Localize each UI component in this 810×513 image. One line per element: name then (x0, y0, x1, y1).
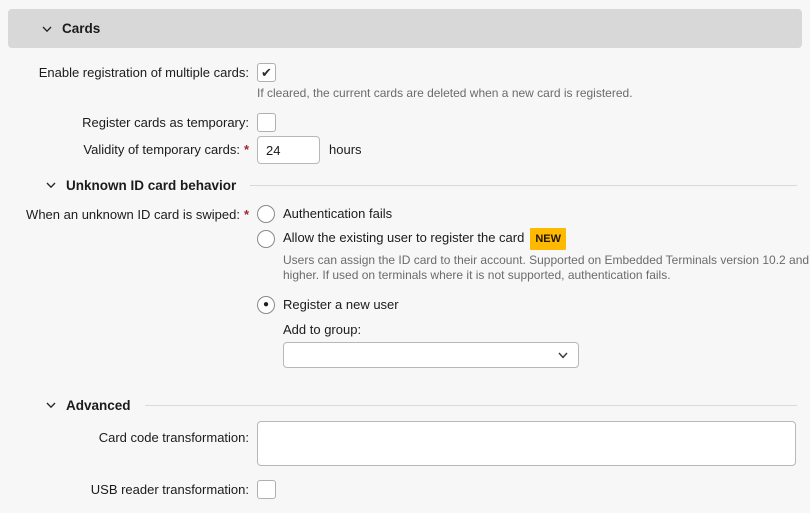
option-register-new-user: ● Register a new user (257, 296, 810, 314)
section-title-cards: Cards (62, 21, 100, 36)
row-unknown-card-swiped: When an unknown ID card is swiped:* Auth… (0, 205, 810, 368)
temporary-cards-label: Register cards as temporary: (0, 113, 249, 132)
section-header-cards[interactable]: Cards (8, 9, 802, 48)
card-code-label: Card code transformation: (0, 421, 249, 447)
row-multiple-cards: Enable registration of multiple cards: ✔… (0, 63, 810, 101)
swiped-label: When an unknown ID card is swiped:* (0, 205, 249, 224)
new-badge: NEW (530, 228, 566, 250)
required-asterisk: * (244, 142, 249, 157)
validity-label: Validity of temporary cards:* (0, 136, 249, 164)
section-header-advanced[interactable]: Advanced (0, 396, 810, 414)
section-divider (250, 185, 797, 186)
chevron-down-icon (41, 23, 53, 35)
section-title-unknown-id: Unknown ID card behavior (66, 178, 236, 193)
chevron-down-icon (45, 179, 57, 191)
section-divider (145, 405, 797, 406)
required-asterisk: * (244, 207, 249, 222)
row-validity: Validity of temporary cards:* hours (0, 136, 810, 164)
allow-existing-user-label: Allow the existing user to register the … (283, 228, 566, 250)
validity-hours-input[interactable] (257, 136, 320, 164)
validity-unit-label: hours (329, 136, 362, 164)
chevron-down-icon (556, 348, 570, 362)
temporary-cards-checkbox[interactable] (257, 113, 276, 132)
multiple-cards-help: If cleared, the current cards are delete… (257, 86, 810, 101)
option-allow-existing-user: Allow the existing user to register the … (257, 228, 810, 250)
radio-dot-icon: ● (263, 300, 269, 310)
authentication-fails-radio[interactable] (257, 205, 275, 223)
register-new-user-radio[interactable]: ● (257, 296, 275, 314)
card-code-textarea[interactable] (257, 421, 796, 466)
row-card-code: Card code transformation: (0, 421, 810, 469)
row-usb-reader: USB reader transformation: (0, 480, 810, 499)
allow-existing-user-help: Users can assign the ID card to their ac… (283, 253, 810, 283)
checkmark-icon: ✔ (261, 66, 272, 79)
multiple-cards-label: Enable registration of multiple cards: (0, 63, 249, 82)
add-to-group-select[interactable] (283, 342, 579, 368)
add-to-group-label: Add to group: (283, 322, 810, 338)
section-title-advanced: Advanced (66, 398, 131, 413)
usb-reader-label: USB reader transformation: (0, 480, 249, 499)
allow-existing-user-radio[interactable] (257, 230, 275, 248)
usb-reader-checkbox[interactable] (257, 480, 276, 499)
authentication-fails-label: Authentication fails (283, 205, 392, 223)
chevron-down-icon (45, 399, 57, 411)
section-header-unknown-id[interactable]: Unknown ID card behavior (0, 176, 810, 194)
multiple-cards-checkbox[interactable]: ✔ (257, 63, 276, 82)
row-temporary-cards: Register cards as temporary: (0, 113, 810, 132)
register-new-user-label: Register a new user (283, 296, 399, 314)
option-authentication-fails: Authentication fails (257, 205, 810, 223)
